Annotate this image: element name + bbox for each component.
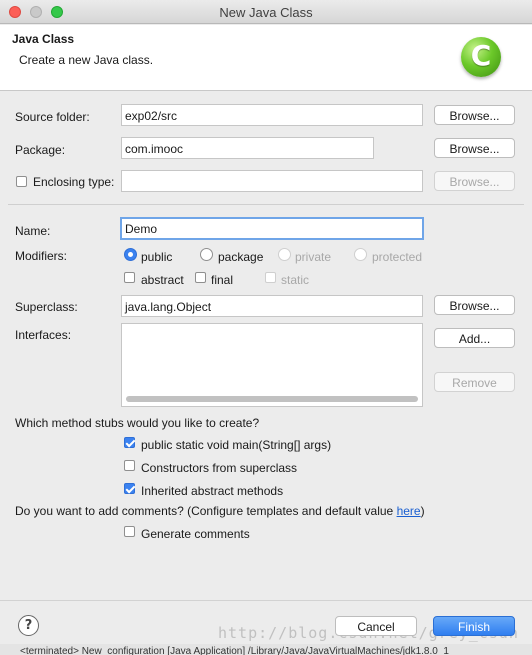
configure-templates-link[interactable]: here bbox=[397, 504, 421, 518]
public-radio[interactable] bbox=[124, 248, 137, 261]
window-title: New Java Class bbox=[219, 5, 313, 20]
comments-question-suffix: ) bbox=[420, 504, 425, 518]
window-titlebar: New Java Class bbox=[0, 0, 532, 24]
source-folder-field[interactable]: exp02/src bbox=[121, 104, 423, 126]
generate-comments-checkbox[interactable] bbox=[124, 526, 135, 537]
separator bbox=[8, 204, 524, 205]
interfaces-horizontal-scrollbar[interactable] bbox=[126, 396, 418, 402]
footer-separator bbox=[0, 600, 532, 601]
wizard-header: Java Class Create a new Java class. C bbox=[0, 25, 532, 91]
static-checkbox-label: static bbox=[281, 273, 310, 287]
package-browse-button[interactable]: Browse... bbox=[434, 138, 515, 158]
modifiers-label: Modifiers: bbox=[15, 249, 68, 263]
add-interface-button[interactable]: Add... bbox=[434, 328, 515, 348]
public-radio-label: public bbox=[141, 250, 173, 264]
superclass-field[interactable]: java.lang.Object bbox=[121, 295, 423, 317]
finish-button[interactable]: Finish bbox=[433, 616, 515, 636]
enclosing-type-field[interactable] bbox=[121, 170, 423, 192]
console-output-line: <terminated> New_configuration [Java App… bbox=[0, 644, 532, 655]
name-field[interactable]: Demo bbox=[120, 217, 424, 240]
private-radio-label: private bbox=[295, 250, 332, 264]
help-icon[interactable]: ? bbox=[18, 615, 39, 636]
superclass-label: Superclass: bbox=[15, 300, 78, 314]
inherited-abstract-checkbox[interactable] bbox=[124, 483, 135, 494]
package-radio-label: package bbox=[218, 250, 264, 264]
cancel-button[interactable]: Cancel bbox=[335, 616, 417, 636]
wizard-subtitle: Create a new Java class. bbox=[19, 53, 154, 67]
main-method-checkbox[interactable] bbox=[124, 437, 135, 448]
comments-question: Do you want to add comments? (Configure … bbox=[15, 504, 425, 518]
constructors-checkbox[interactable] bbox=[124, 460, 135, 471]
package-radio[interactable] bbox=[200, 248, 213, 261]
enclosing-type-checkbox[interactable] bbox=[16, 176, 27, 187]
source-folder-browse-button[interactable]: Browse... bbox=[434, 105, 515, 125]
method-stubs-question: Which method stubs would you like to cre… bbox=[15, 416, 260, 430]
package-label: Package: bbox=[15, 143, 66, 157]
abstract-checkbox-label: abstract bbox=[141, 273, 184, 287]
wizard-title: Java Class bbox=[12, 32, 75, 46]
interfaces-label: Interfaces: bbox=[15, 328, 72, 342]
constructors-label: Constructors from superclass bbox=[141, 461, 298, 475]
final-checkbox-label: final bbox=[211, 273, 234, 287]
source-folder-label: Source folder: bbox=[15, 110, 90, 124]
protected-radio-label: protected bbox=[372, 250, 423, 264]
name-label: Name: bbox=[15, 224, 51, 238]
java-class-icon: C bbox=[461, 37, 501, 77]
superclass-browse-button[interactable]: Browse... bbox=[434, 295, 515, 315]
interfaces-list[interactable] bbox=[121, 323, 423, 407]
static-checkbox[interactable] bbox=[265, 272, 276, 283]
package-field[interactable]: com.imooc bbox=[121, 137, 374, 159]
generate-comments-label: Generate comments bbox=[141, 527, 250, 541]
final-checkbox[interactable] bbox=[195, 272, 206, 283]
inherited-abstract-label: Inherited abstract methods bbox=[141, 484, 284, 498]
private-radio[interactable] bbox=[278, 248, 291, 261]
remove-interface-button[interactable]: Remove bbox=[434, 372, 515, 392]
main-method-label: public static void main(String[] args) bbox=[141, 438, 332, 452]
enclosing-type-label: Enclosing type: bbox=[33, 175, 115, 189]
protected-radio[interactable] bbox=[354, 248, 367, 261]
abstract-checkbox[interactable] bbox=[124, 272, 135, 283]
enclosing-type-browse-button[interactable]: Browse... bbox=[434, 171, 515, 191]
comments-question-text: Do you want to add comments? (Configure … bbox=[15, 504, 397, 518]
